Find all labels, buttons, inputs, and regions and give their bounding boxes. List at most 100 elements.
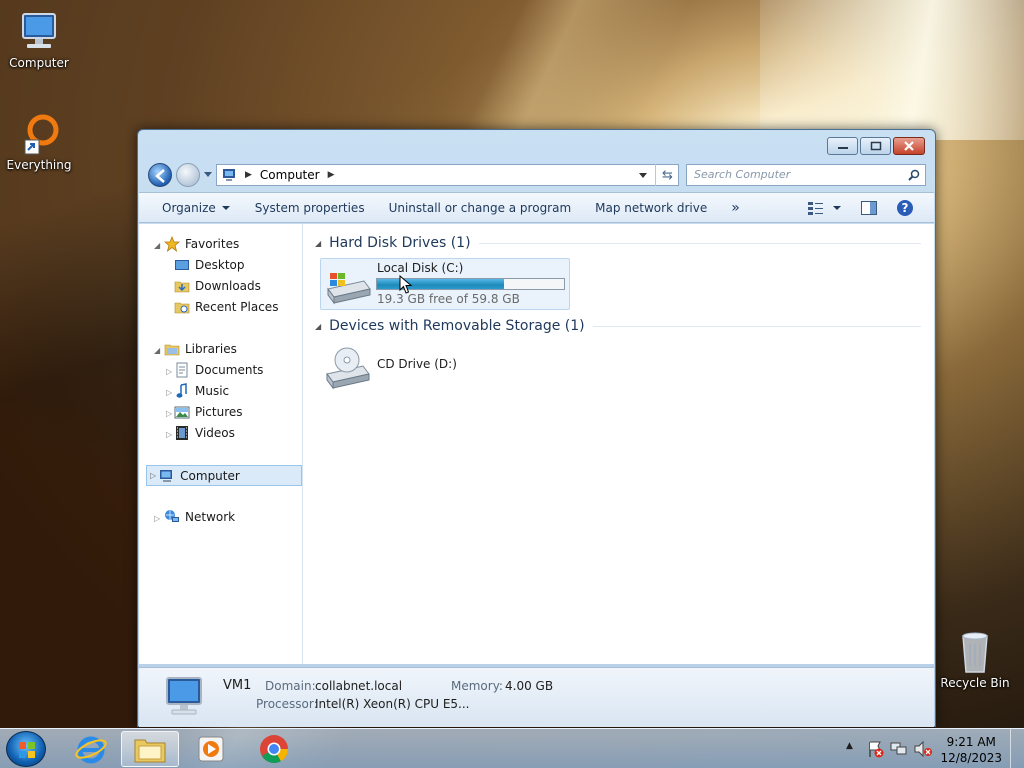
desktop-icon-everything[interactable]: Everything [3,112,75,172]
back-button[interactable] [148,163,172,187]
nav-computer[interactable]: ▷ Computer [146,465,302,486]
uninstall-program-button[interactable]: Uninstall or change a program [377,193,584,222]
address-bar[interactable]: ▶ Computer ▶ [216,164,679,186]
minimize-button[interactable] [827,137,858,155]
music-icon [176,383,187,398]
start-button[interactable] [6,731,46,767]
svg-text:?: ? [902,201,909,215]
internet-explorer-icon [75,736,107,764]
expand-pictures-icon[interactable]: ▷ [166,409,172,418]
address-row: ▶ Computer ▶ ⇆ Search Computer [146,162,928,190]
collapse-libraries-icon[interactable]: ◢ [154,346,160,355]
expand-documents-icon[interactable]: ▷ [166,367,172,376]
maximize-button[interactable] [860,137,891,155]
group-header-removable-storage[interactable]: ◢ Devices with Removable Storage (1) [315,318,921,334]
nav-videos[interactable]: Videos [174,423,235,443]
map-network-drive-button[interactable]: Map network drive [583,193,719,222]
nav-documents[interactable]: Documents [174,360,263,380]
chrome-icon [260,735,289,764]
hard-drive-windows-icon [327,273,371,305]
chevron-down-icon [221,205,230,210]
forward-button[interactable] [176,163,200,187]
computer-icon [15,10,63,54]
taskbar-windows-explorer[interactable] [121,731,179,767]
collapse-group-icon: ◢ [315,238,322,248]
explorer-window[interactable]: ▶ Computer ▶ ⇆ Search Computer Organize … [137,129,936,727]
documents-icon [176,362,188,378]
collapse-group-icon: ◢ [315,321,322,331]
network-status-icon[interactable] [890,740,908,758]
expand-computer-icon[interactable]: ▷ [150,471,156,480]
view-options-button[interactable] [807,200,841,219]
close-icon [904,141,914,151]
nav-pictures[interactable]: Pictures [174,402,243,422]
recent-pages-dropdown-icon[interactable] [203,171,213,179]
domain-value: collabnet.local [315,679,403,693]
preview-pane-button[interactable] [860,200,878,219]
search-input[interactable]: Search Computer [686,164,926,186]
more-commands-button[interactable]: » [719,193,752,222]
expand-music-icon[interactable]: ▷ [166,388,172,397]
search-icon[interactable] [908,169,920,181]
nav-downloads[interactable]: Downloads [174,276,261,296]
desktop-icon-label: Everything [6,158,72,172]
pictures-icon [174,406,190,419]
domain-label: Domain: [265,679,316,693]
organize-button[interactable]: Organize [139,193,243,222]
mouse-cursor-icon [399,275,413,294]
computer-large-icon [166,677,202,715]
refresh-button[interactable]: ⇆ [655,164,679,186]
collapse-favorites-icon[interactable]: ◢ [154,241,160,250]
show-desktop-button[interactable] [1010,729,1024,768]
help-button[interactable]: ? [896,199,914,220]
nav-label: Desktop [195,258,245,272]
downloads-folder-icon [174,281,190,293]
drive-name: Local Disk (C:) [377,261,464,275]
star-icon [164,236,180,252]
breadcrumb-separator-icon[interactable]: ▶ [245,170,252,180]
navigation-pane: ◢ Favorites Desktop Downloads Recent Pla… [139,224,303,664]
taskbar-chrome[interactable] [245,731,303,767]
maximize-icon [870,141,881,151]
computer-name: VM1 [223,678,252,693]
breadcrumb-separator-icon[interactable]: ▶ [328,170,335,180]
nav-network[interactable]: Network [164,507,235,527]
network-icon [165,510,179,522]
file-list: ◢ Hard Disk Drives (1) Local Disk (C:) 1… [305,224,933,664]
notification-area: ▲ 9:21 AM 12/8/2023 [834,729,1024,768]
system-clock[interactable]: 9:21 AM 12/8/2023 [940,734,1002,766]
nav-label: Downloads [195,279,261,293]
taskbar-internet-explorer[interactable] [62,731,120,767]
nav-label: Documents [195,363,264,377]
libraries-icon [164,344,180,356]
taskbar-media-player[interactable] [182,731,240,767]
nav-libraries[interactable]: Libraries [164,339,237,359]
nav-label: Videos [195,426,235,440]
desktop-icon-label: Computer [9,56,69,70]
desktop-icon-recycle-bin[interactable]: Recycle Bin [939,630,1011,690]
drive-cd-d[interactable]: CD Drive (D:) [320,342,570,394]
nav-label: Network [185,510,236,524]
breadcrumb-computer[interactable]: Computer [260,168,320,182]
action-center-warning-icon[interactable] [867,740,885,758]
nav-favorites[interactable]: Favorites [164,234,239,254]
memory-label: Memory: [451,679,503,693]
nav-music[interactable]: Music [174,381,229,401]
system-properties-button[interactable]: System properties [243,193,377,222]
nav-desktop[interactable]: Desktop [174,255,245,275]
expand-videos-icon[interactable]: ▷ [166,430,172,439]
windows-logo-icon [19,742,35,758]
drive-local-disk-c[interactable]: Local Disk (C:) 19.3 GB free of 59.8 GB [320,258,570,310]
group-header-hard-disk-drives[interactable]: ◢ Hard Disk Drives (1) [315,235,921,251]
minimize-icon [837,147,848,149]
desktop-icon-computer[interactable]: Computer [3,10,75,70]
recent-places-icon [174,302,190,314]
volume-muted-icon[interactable] [913,740,933,758]
nav-recent-places[interactable]: Recent Places [174,297,278,317]
videos-icon [176,426,188,440]
computer-icon [160,469,173,482]
close-button[interactable] [893,137,925,155]
expand-network-icon[interactable]: ▷ [154,514,160,523]
show-hidden-icons-icon[interactable]: ▲ [846,741,853,751]
address-dropdown-icon[interactable] [638,172,648,180]
